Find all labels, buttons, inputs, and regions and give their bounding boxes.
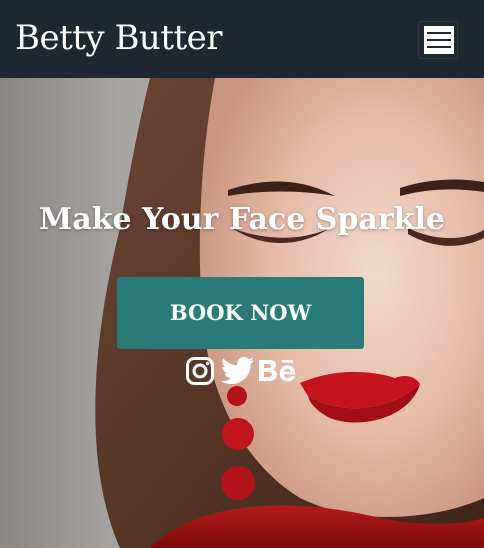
menu-toggle-button[interactable] (418, 21, 458, 59)
book-now-button[interactable]: BOOK NOW (117, 277, 364, 349)
hamburger-menu-icon (424, 26, 454, 54)
navbar: Betty Butter (0, 0, 484, 78)
behance-icon[interactable] (258, 356, 298, 386)
hero-headline: Make Your Face Sparkle (39, 202, 445, 237)
brand-logo[interactable]: Betty Butter (15, 15, 223, 61)
instagram-icon[interactable] (185, 356, 215, 386)
twitter-icon[interactable] (221, 356, 255, 386)
hero-section: Make Your Face Sparkle BOOK NOW (0, 78, 484, 548)
